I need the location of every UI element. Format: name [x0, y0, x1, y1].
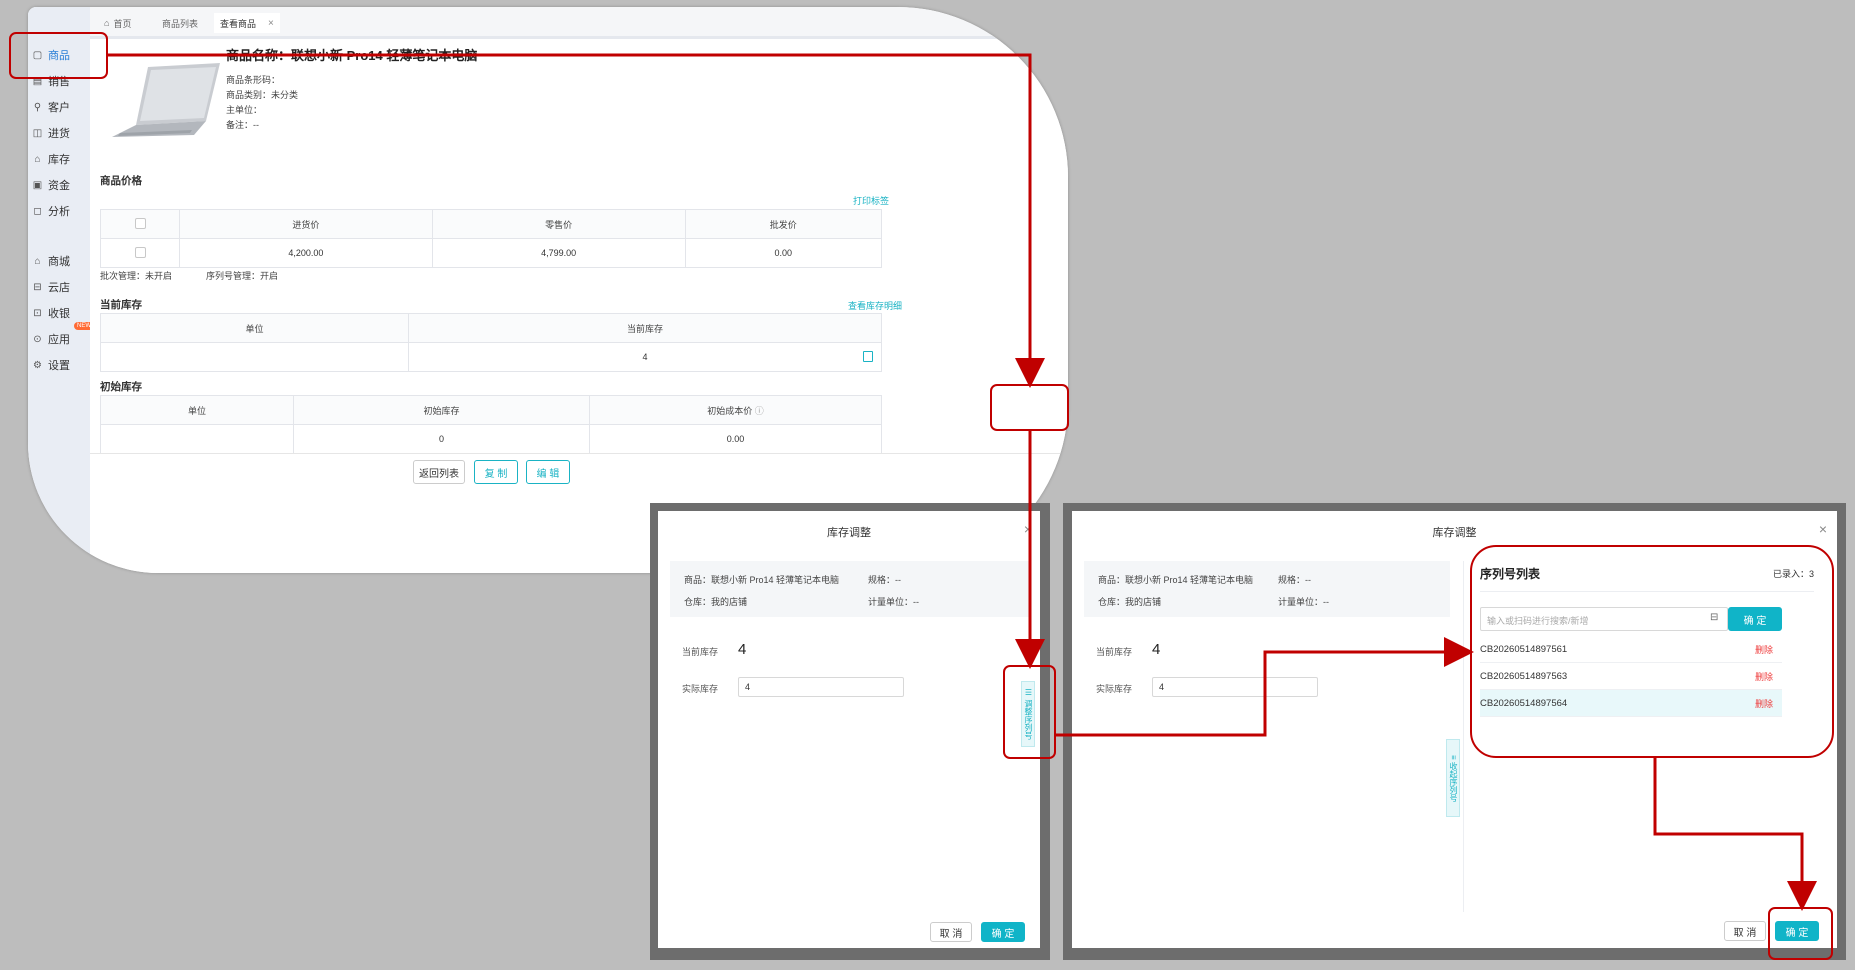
flow-arrows	[108, 53, 1817, 911]
